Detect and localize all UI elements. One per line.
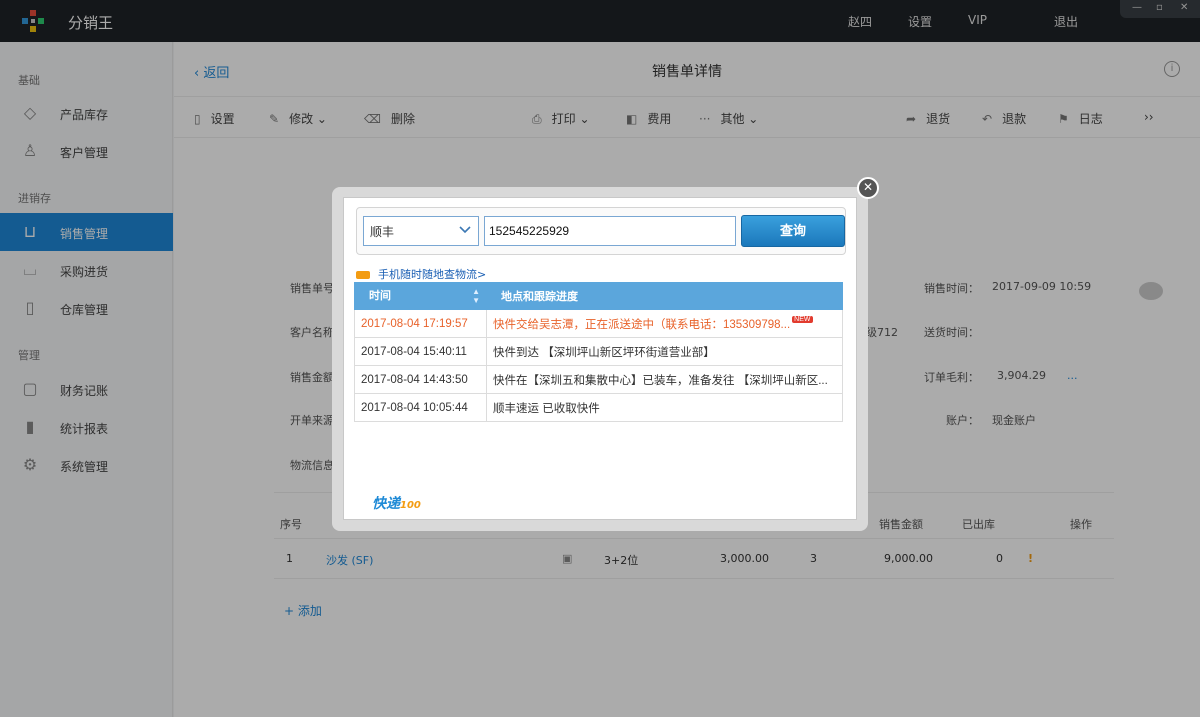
close-icon: ✕: [862, 180, 874, 194]
carrier-select[interactable]: 顺丰: [363, 216, 479, 246]
table-header: 时间 ▲ ▼ 地点和跟踪进度: [354, 282, 843, 310]
tracking-panel: 顺丰 查询 手机随时随地查物流> 时间 ▲▼ 地点和跟踪进度 2017-08-04…: [343, 197, 857, 520]
tracking-number-input[interactable]: [484, 216, 736, 246]
mobile-link-label: 手机随时随地查物流>: [378, 268, 487, 281]
logo-suffix: 100: [400, 500, 421, 511]
col-time-label: 时间: [369, 290, 391, 302]
row-progress: 快件交给吴志潭，正在派送途中（联系电话：135309798... NEW: [486, 309, 843, 338]
col-time[interactable]: 时间 ▲ ▼: [354, 282, 487, 310]
table-row: 2017-08-04 15:40:11 快件到达 【深圳坪山新区坪环街道营业部】: [354, 337, 843, 366]
chevron-down-icon: [459, 226, 471, 234]
kuaidi100-logo[interactable]: 快递100: [372, 493, 421, 513]
row-progress: 快件到达 【深圳坪山新区坪环街道营业部】: [486, 337, 843, 366]
close-dialog-button[interactable]: ✕: [857, 177, 879, 199]
mobile-tracking-link[interactable]: 手机随时随地查物流>: [356, 266, 486, 282]
row-progress: 顺丰速运 已收取快件: [486, 393, 843, 422]
tracking-search-box: 顺丰 查询: [356, 207, 846, 255]
row-time: 2017-08-04 10:05:44: [354, 393, 487, 422]
row-time: 2017-08-04 14:43:50: [354, 365, 487, 394]
tracking-table: 时间 ▲ ▼ 地点和跟踪进度 2017-08-04 17:19:57 快件交给吴志潭…: [354, 282, 843, 422]
logo-text: 快递: [372, 496, 400, 512]
col-progress: 地点和跟踪进度: [486, 282, 843, 310]
row-time: 2017-08-04 17:19:57: [354, 309, 487, 338]
carrier-value: 顺丰: [370, 225, 395, 239]
table-row: 2017-08-04 10:05:44 顺丰速运 已收取快件: [354, 393, 843, 422]
tracking-dialog: 顺丰 查询 手机随时随地查物流> 时间 ▲▼ 地点和跟踪进度 2017-08-04…: [332, 187, 868, 531]
row-time: 2017-08-04 15:40:11: [354, 337, 487, 366]
megaphone-icon: [356, 271, 370, 279]
query-button[interactable]: 查询: [741, 215, 845, 247]
new-badge: NEW: [792, 315, 813, 323]
table-row: 2017-08-04 14:43:50 快件在【深圳五和集散中心】已装车，准备发…: [354, 365, 843, 394]
row-progress: 快件在【深圳五和集散中心】已装车，准备发往 【深圳坪山新区...: [486, 365, 843, 394]
table-row: 2017-08-04 17:19:57 快件交给吴志潭，正在派送途中（联系电话：…: [354, 309, 843, 338]
row-progress-text: 快件交给吴志潭，正在派送途中（联系电话：135309798...: [493, 318, 791, 331]
sort-icon[interactable]: ▲ ▼: [472, 287, 480, 305]
